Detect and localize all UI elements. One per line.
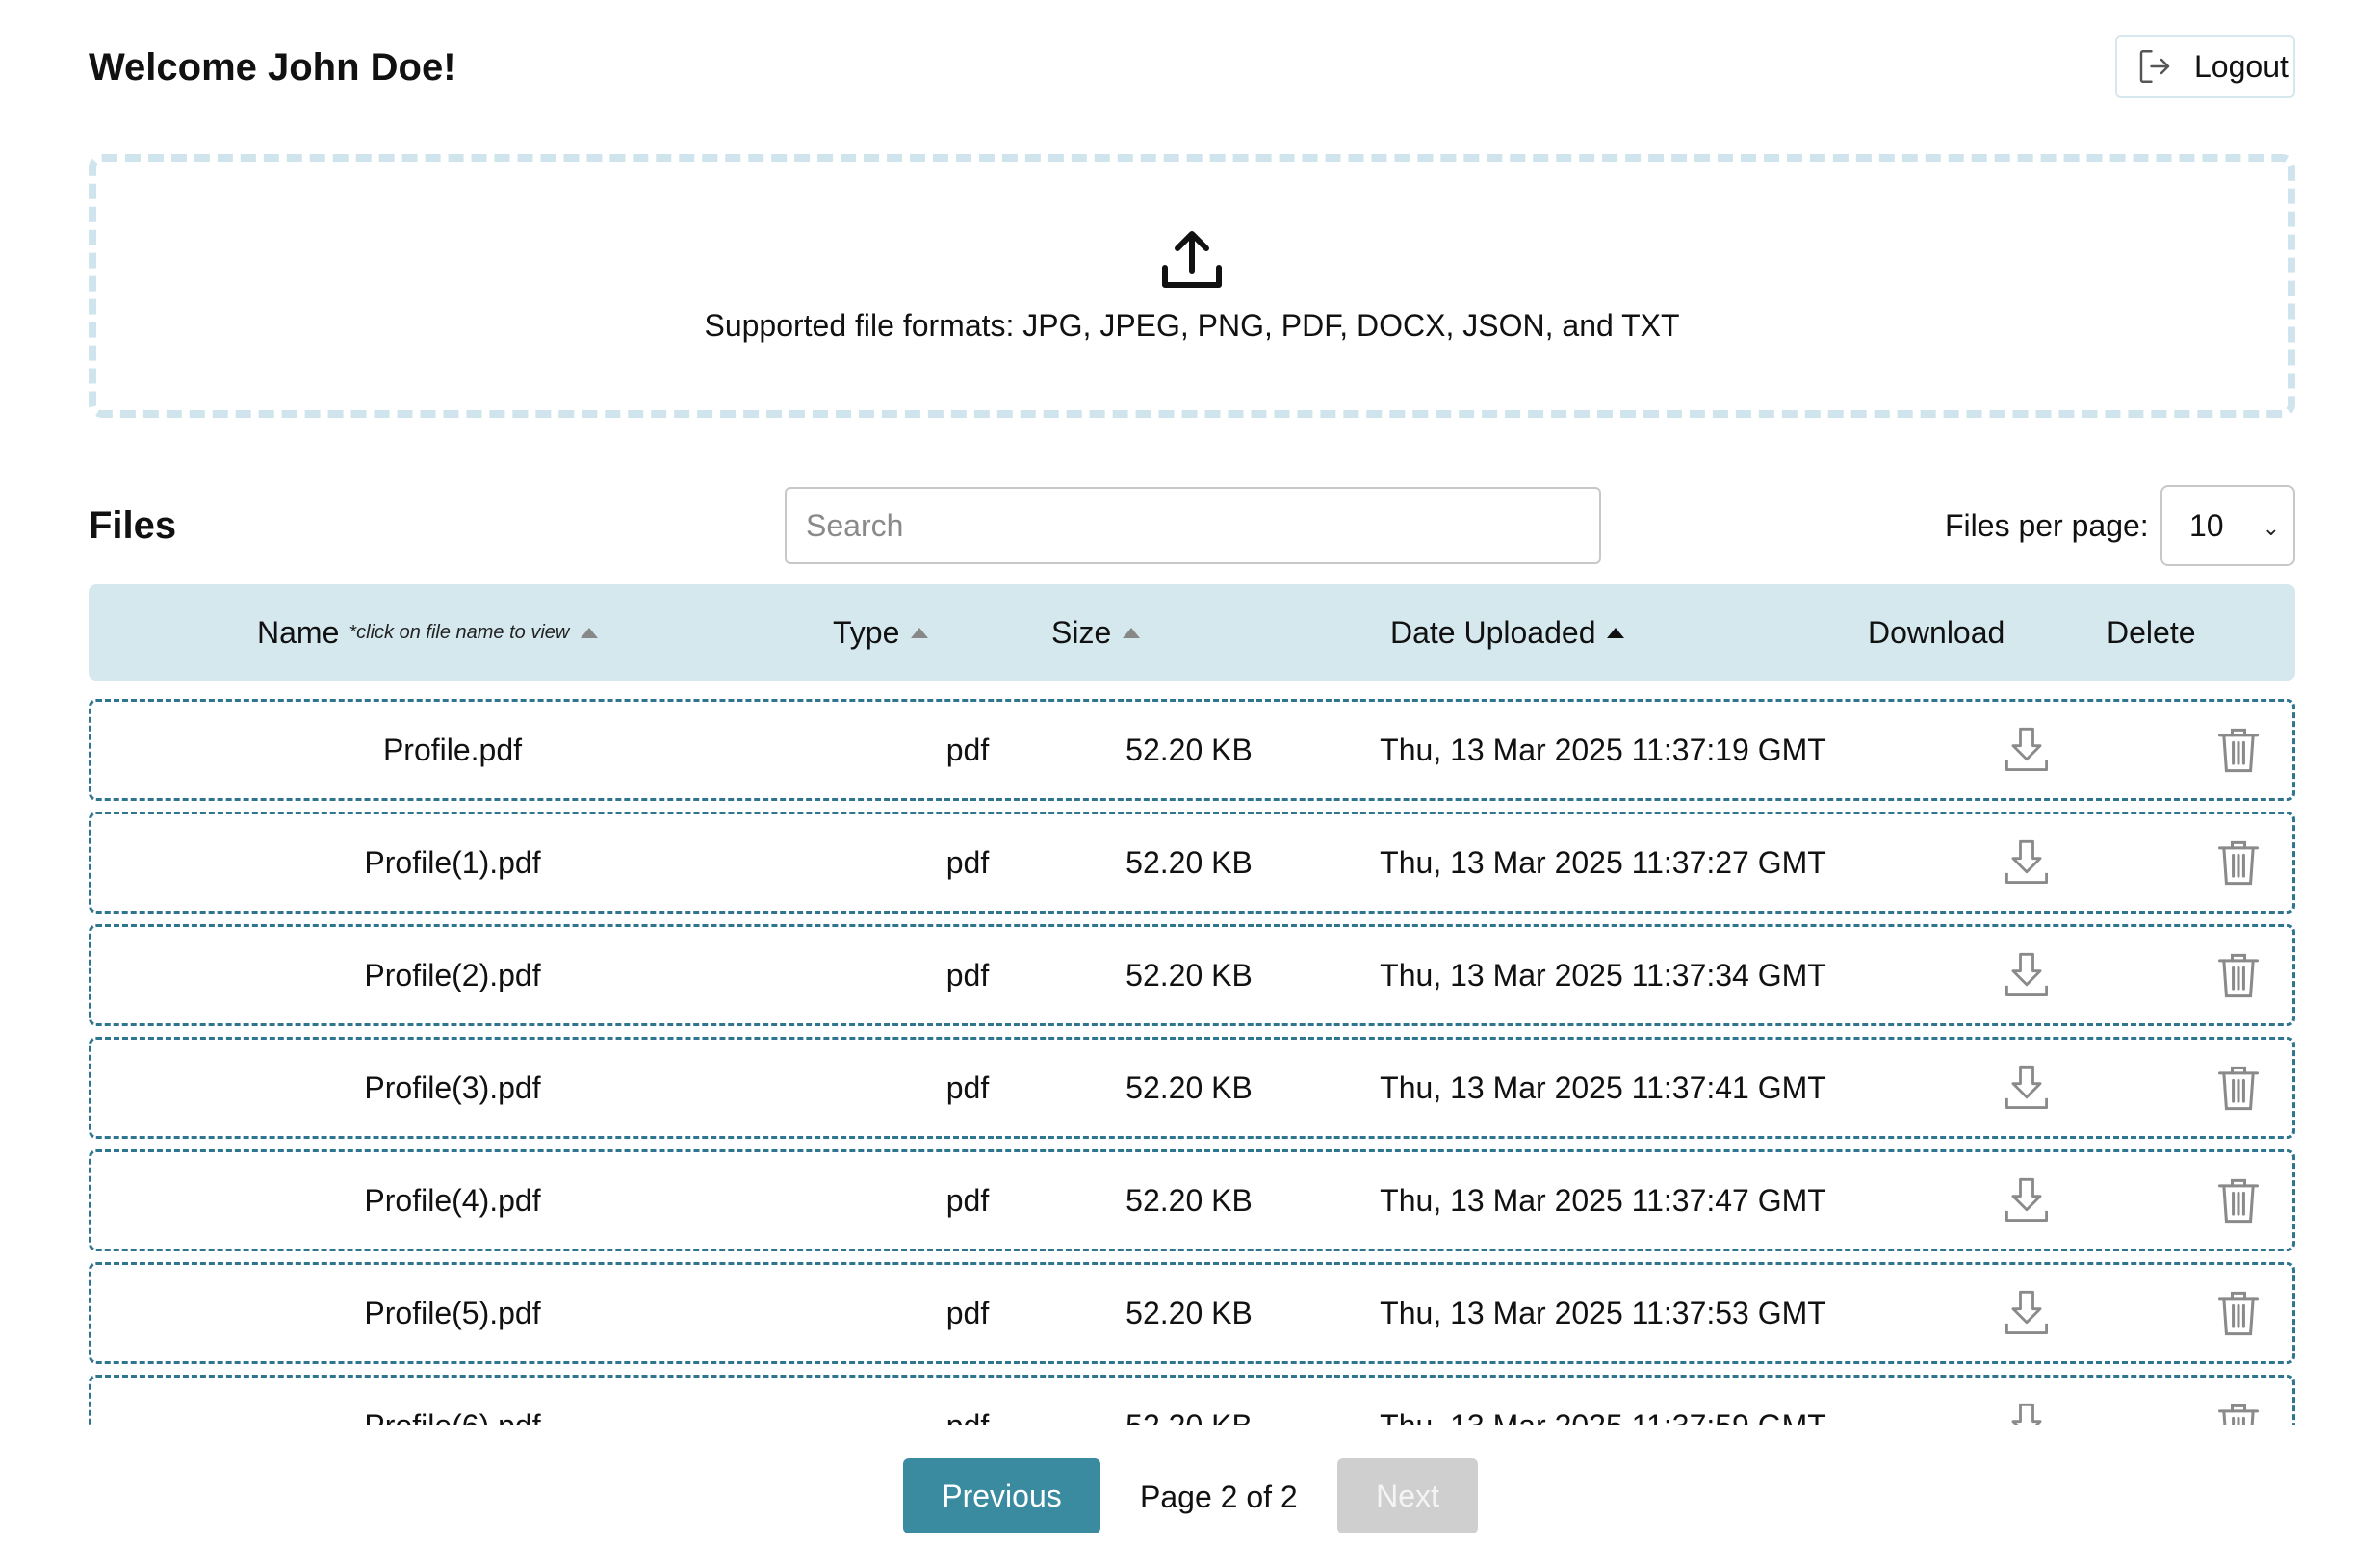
download-icon xyxy=(2011,1403,2042,1425)
column-header-size[interactable]: Size xyxy=(1051,584,1141,681)
sort-name-icon xyxy=(581,627,599,638)
delete-button[interactable] xyxy=(2152,927,2295,1023)
file-date: Thu, 13 Mar 2025 11:37:34 GMT xyxy=(1380,957,1826,992)
column-header-date[interactable]: Date Uploaded xyxy=(1390,584,1625,681)
welcome-heading: Welcome John Doe! xyxy=(89,46,456,89)
previous-page-button[interactable]: Previous xyxy=(903,1458,1100,1533)
file-date: Thu, 13 Mar 2025 11:37:27 GMT xyxy=(1380,844,1826,880)
file-date: Thu, 13 Mar 2025 11:37:53 GMT xyxy=(1380,1295,1826,1330)
logout-label: Logout xyxy=(2194,48,2289,84)
column-header-name[interactable]: Name *click on file name to view xyxy=(257,584,599,681)
download-icon xyxy=(2005,952,2048,996)
trash-icon xyxy=(2217,840,2260,886)
download-icon xyxy=(2005,727,2048,771)
download-button[interactable] xyxy=(1940,702,2113,798)
download-icon xyxy=(2005,839,2048,884)
delete-button[interactable] xyxy=(2152,814,2295,911)
trash-icon xyxy=(2217,728,2260,773)
delete-button[interactable] xyxy=(2152,702,2295,798)
supported-formats-text: Supported file formats: JPG, JPEG, PNG, … xyxy=(704,307,1680,343)
upload-icon xyxy=(1162,230,1222,288)
trash-icon xyxy=(2217,1066,2260,1111)
table-row: Profile.pdf pdf 52.20 KB Thu, 13 Mar 202… xyxy=(89,699,2295,801)
column-header-download: Download xyxy=(1868,584,2005,681)
sort-type-icon xyxy=(911,627,929,638)
files-heading: Files xyxy=(89,504,177,547)
files-per-page-value: 10 xyxy=(2189,507,2224,543)
table-row: Profile(3).pdf pdf 52.20 KB Thu, 13 Mar … xyxy=(89,1037,2295,1139)
page-indicator: Page 2 of 2 xyxy=(1140,1480,1298,1514)
column-type-label: Type xyxy=(833,614,900,650)
sort-date-icon xyxy=(1607,627,1625,638)
download-button[interactable] xyxy=(1940,927,2113,1023)
search-input[interactable] xyxy=(785,487,1601,564)
files-per-page-select[interactable]: 10 ⌄ xyxy=(2160,485,2295,566)
file-manager-page: Welcome John Doe! Logout Supported file … xyxy=(0,0,2380,1546)
delete-button[interactable] xyxy=(2152,1152,2295,1249)
file-name-link[interactable]: Profile(5).pdf xyxy=(91,1265,814,1361)
file-table-body[interactable]: Profile.pdf pdf 52.20 KB Thu, 13 Mar 202… xyxy=(89,699,2295,1425)
logout-button[interactable]: Logout xyxy=(2115,35,2295,98)
table-row: Profile(6).pdf pdf 52.20 KB Thu, 13 Mar … xyxy=(89,1375,2295,1425)
column-download-label: Download xyxy=(1868,614,2005,650)
delete-button[interactable] xyxy=(2152,1265,2295,1361)
table-header: Name *click on file name to view Type Si… xyxy=(89,584,2295,681)
column-size-label: Size xyxy=(1051,614,1112,650)
table-row: Profile(4).pdf pdf 52.20 KB Thu, 13 Mar … xyxy=(89,1149,2295,1251)
file-name-link[interactable]: Profile(3).pdf xyxy=(91,1040,814,1136)
table-row: Profile(2).pdf pdf 52.20 KB Thu, 13 Mar … xyxy=(89,924,2295,1026)
file-date: Thu, 13 Mar 2025 11:37:59 GMT xyxy=(1266,1378,1940,1426)
download-button[interactable] xyxy=(1940,814,2113,911)
files-per-page-label: Files per page: xyxy=(1945,508,2149,543)
file-name-link[interactable]: Profile(6).pdf xyxy=(91,1378,814,1426)
column-header-delete: Delete xyxy=(2107,584,2196,681)
column-header-type[interactable]: Type xyxy=(833,584,929,681)
logout-icon xyxy=(2139,50,2170,83)
file-name-link[interactable]: Profile(2).pdf xyxy=(91,927,814,1023)
download-icon xyxy=(2005,1065,2048,1109)
file-name-link[interactable]: Profile(4).pdf xyxy=(91,1152,814,1249)
delete-button[interactable] xyxy=(2152,1040,2295,1136)
file-date: Thu, 13 Mar 2025 11:37:19 GMT xyxy=(1380,732,1826,767)
download-button[interactable] xyxy=(1940,1152,2113,1249)
table-row: Profile(1).pdf pdf 52.20 KB Thu, 13 Mar … xyxy=(89,812,2295,914)
file-date: Thu, 13 Mar 2025 11:37:47 GMT xyxy=(1380,1182,1826,1218)
next-page-button-disabled: Next xyxy=(1337,1458,1478,1533)
file-name-link[interactable]: Profile(1).pdf xyxy=(91,814,814,911)
column-name-hint: *click on file name to view xyxy=(349,621,570,643)
file-name-link[interactable]: Profile.pdf xyxy=(91,702,814,798)
trash-icon xyxy=(2217,1404,2260,1425)
chevron-down-icon: ⌄ xyxy=(2262,516,2280,540)
delete-button[interactable] xyxy=(2152,1378,2295,1425)
upload-dropzone[interactable]: Supported file formats: JPG, JPEG, PNG, … xyxy=(89,154,2295,418)
download-icon xyxy=(2005,1177,2048,1222)
column-delete-label: Delete xyxy=(2107,614,2196,650)
column-date-label: Date Uploaded xyxy=(1390,614,1596,650)
download-button[interactable] xyxy=(1940,1040,2113,1136)
download-button[interactable] xyxy=(1940,1265,2113,1361)
table-row: Profile(5).pdf pdf 52.20 KB Thu, 13 Mar … xyxy=(89,1262,2295,1364)
trash-icon xyxy=(2217,1291,2260,1336)
download-button[interactable] xyxy=(1940,1378,2113,1425)
download-icon xyxy=(2005,1290,2048,1334)
file-date: Thu, 13 Mar 2025 11:37:41 GMT xyxy=(1380,1069,1826,1105)
column-name-label: Name xyxy=(257,614,340,650)
trash-icon xyxy=(2217,953,2260,998)
trash-icon xyxy=(2217,1178,2260,1224)
sort-size-icon xyxy=(1123,627,1141,638)
